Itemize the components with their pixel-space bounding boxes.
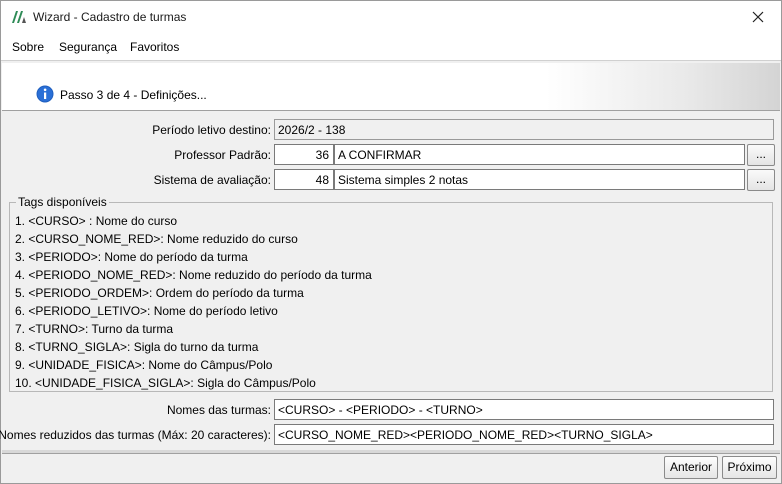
nomes-label: Nomes das turmas:	[166, 403, 271, 417]
sistema-lookup-button[interactable]: ...	[747, 169, 775, 191]
tag-item: 3. <PERIODO>: Nome do período da turma	[15, 250, 248, 264]
tag-item: 1. <CURSO> : Nome do curso	[15, 214, 178, 228]
sistema-code-field[interactable]: 48	[274, 169, 334, 190]
menu-sobre[interactable]: Sobre	[12, 40, 44, 54]
professor-lookup-button[interactable]: ...	[747, 144, 775, 166]
info-icon	[36, 85, 54, 103]
window-title: Wizard - Cadastro de turmas	[33, 10, 187, 24]
close-icon	[752, 11, 764, 23]
professor-code-field[interactable]: 36	[274, 144, 334, 165]
professor-name-field[interactable]: A CONFIRMAR	[334, 144, 745, 165]
reduzidos-field[interactable]: <CURSO_NOME_RED><PERIODO_NOME_RED><TURNO…	[274, 424, 774, 445]
tag-item: 4. <PERIODO_NOME_RED>: Nome reduzido do …	[15, 268, 372, 282]
tag-item: 2. <CURSO_NOME_RED>: Nome reduzido do cu…	[15, 232, 298, 246]
tags-list: 1. <CURSO> : Nome do curso 2. <CURSO_NOM…	[15, 213, 372, 393]
tag-item: 7. <TURNO>: Turno da turma	[15, 322, 174, 336]
close-button[interactable]	[735, 1, 781, 33]
anterior-button[interactable]: Anterior	[664, 456, 718, 479]
menu-favoritos[interactable]: Favoritos	[130, 40, 179, 54]
tags-group-title: Tags disponíveis	[16, 195, 109, 209]
tag-item: 8. <TURNO_SIGLA>: Sigla do turno da turm…	[15, 340, 259, 354]
periodo-field[interactable]: 2026/2 - 138	[274, 119, 774, 140]
app-logo-icon	[12, 11, 26, 23]
step-header: Passo 3 de 4 - Definições...	[2, 63, 780, 111]
sistema-name-field[interactable]: Sistema simples 2 notas	[334, 169, 745, 190]
periodo-label: Período letivo destino:	[152, 123, 271, 137]
wizard-window: Wizard - Cadastro de turmas Sobre Segura…	[0, 0, 782, 484]
step-indicator: Passo 3 de 4 - Definições...	[60, 88, 207, 102]
tag-item: 5. <PERIODO_ORDEM>: Ordem do período da …	[15, 286, 304, 300]
sistema-label: Sistema de avaliação:	[153, 173, 271, 187]
tag-item: 9. <UNIDADE_FISICA>: Nome do Câmpus/Polo	[15, 358, 273, 372]
reduzidos-label: Nomes reduzidos das turmas (Máx: 20 cara…	[0, 428, 271, 442]
menu-bar: Sobre Segurança Favoritos	[1, 33, 781, 61]
proximo-button[interactable]: Próximo	[722, 456, 777, 479]
title-bar: Wizard - Cadastro de turmas	[1, 1, 781, 33]
tag-item: 6. <PERIODO_LETIVO>: Nome do período let…	[15, 304, 278, 318]
nomes-field[interactable]: <CURSO> - <PERIODO> - <TURNO>	[274, 399, 774, 420]
menu-seguranca[interactable]: Segurança	[59, 40, 117, 54]
tag-item: 10. <UNIDADE_FISICA_SIGLA>: Sigla do Câm…	[15, 376, 316, 390]
professor-label: Professor Padrão:	[174, 148, 271, 162]
